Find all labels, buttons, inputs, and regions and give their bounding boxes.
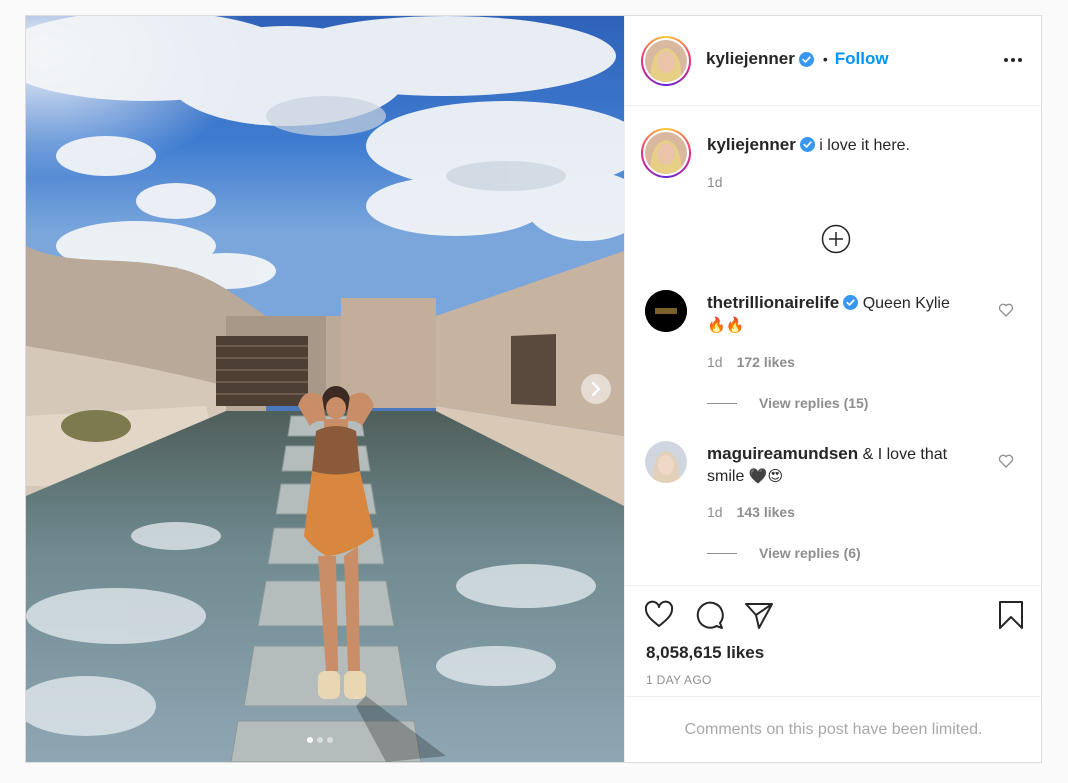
view-replies-button[interactable]: View replies (15) <box>707 395 868 411</box>
comment-meta: 1d 143 likes <box>707 504 795 520</box>
comment-meta: 1d 172 likes <box>707 354 795 370</box>
add-comment-icon[interactable] <box>821 224 851 254</box>
comment-body: thetrillionairelife Queen Kylie 🔥🔥 <box>707 292 977 337</box>
bookmark-icon[interactable] <box>995 599 1027 631</box>
comment-body: maguireamundsen & I love that smile 🖤😍 <box>707 443 977 488</box>
author-username[interactable]: kyliejenner <box>706 49 795 69</box>
view-replies-label: View replies (6) <box>759 545 861 561</box>
comments-limited-notice: Comments on this post have been limited. <box>625 696 1042 763</box>
caption-avatar <box>645 132 687 174</box>
more-options-icon[interactable] <box>1002 50 1024 70</box>
post-timestamp: 1 DAY AGO <box>646 673 712 687</box>
caption-username[interactable]: kyliejenner <box>707 135 796 154</box>
view-replies-label: View replies (15) <box>759 395 869 411</box>
heart-icon[interactable] <box>643 599 675 631</box>
comment-icon[interactable] <box>693 599 725 631</box>
post-photo[interactable] <box>26 16 624 762</box>
author-avatar <box>645 40 687 82</box>
comment-text: Queen Kylie <box>862 295 950 312</box>
comment-emoji: 🔥🔥 <box>707 317 745 334</box>
next-arrow-icon <box>591 382 601 396</box>
comments-section: kyliejenner i love it here. 1d thetrilli… <box>625 106 1042 584</box>
post-card: kyliejenner • Follow kyliejenner i love … <box>25 15 1042 763</box>
view-replies-button[interactable]: View replies (6) <box>707 545 861 561</box>
post-header: kyliejenner • Follow <box>625 16 1042 106</box>
like-count[interactable]: 8,058,615 likes <box>646 643 764 663</box>
comment-age: 1d <box>707 504 723 520</box>
header-separator: • <box>822 51 828 67</box>
post-photo-image <box>26 16 624 762</box>
verified-badge-icon <box>843 295 859 310</box>
comment-age: 1d <box>707 354 723 370</box>
caption-text: i love it here. <box>819 137 910 154</box>
comment-username[interactable]: thetrillionairelife <box>707 293 839 312</box>
post-details-pane: kyliejenner • Follow kyliejenner i love … <box>624 16 1042 762</box>
carousel-dot-1 <box>307 737 313 743</box>
comment-likes[interactable]: 172 likes <box>737 354 795 370</box>
comment-like-heart-icon[interactable] <box>998 453 1014 469</box>
follow-button[interactable]: Follow <box>835 49 889 69</box>
carousel-dot-2 <box>317 737 323 743</box>
commenter-avatar[interactable] <box>645 441 687 483</box>
caption: kyliejenner i love it here. <box>707 134 1007 157</box>
carousel-indicator <box>307 737 333 743</box>
caption-avatar-ring[interactable] <box>641 128 691 178</box>
comment-like-heart-icon[interactable] <box>998 302 1014 318</box>
next-slide-button[interactable] <box>581 374 611 404</box>
comment-likes[interactable]: 143 likes <box>737 504 795 520</box>
comment-username[interactable]: maguireamundsen <box>707 444 858 463</box>
commenter-avatar[interactable] <box>645 290 687 332</box>
author-avatar-ring[interactable] <box>641 36 691 86</box>
post-actions: 8,058,615 likes 1 DAY AGO <box>625 585 1042 696</box>
verified-badge-icon <box>799 137 815 152</box>
verified-badge-icon <box>798 51 814 67</box>
caption-age: 1d <box>707 174 723 190</box>
carousel-dot-3 <box>327 737 333 743</box>
comment-emoji: 🖤😍 <box>748 468 784 485</box>
share-icon[interactable] <box>743 599 775 631</box>
